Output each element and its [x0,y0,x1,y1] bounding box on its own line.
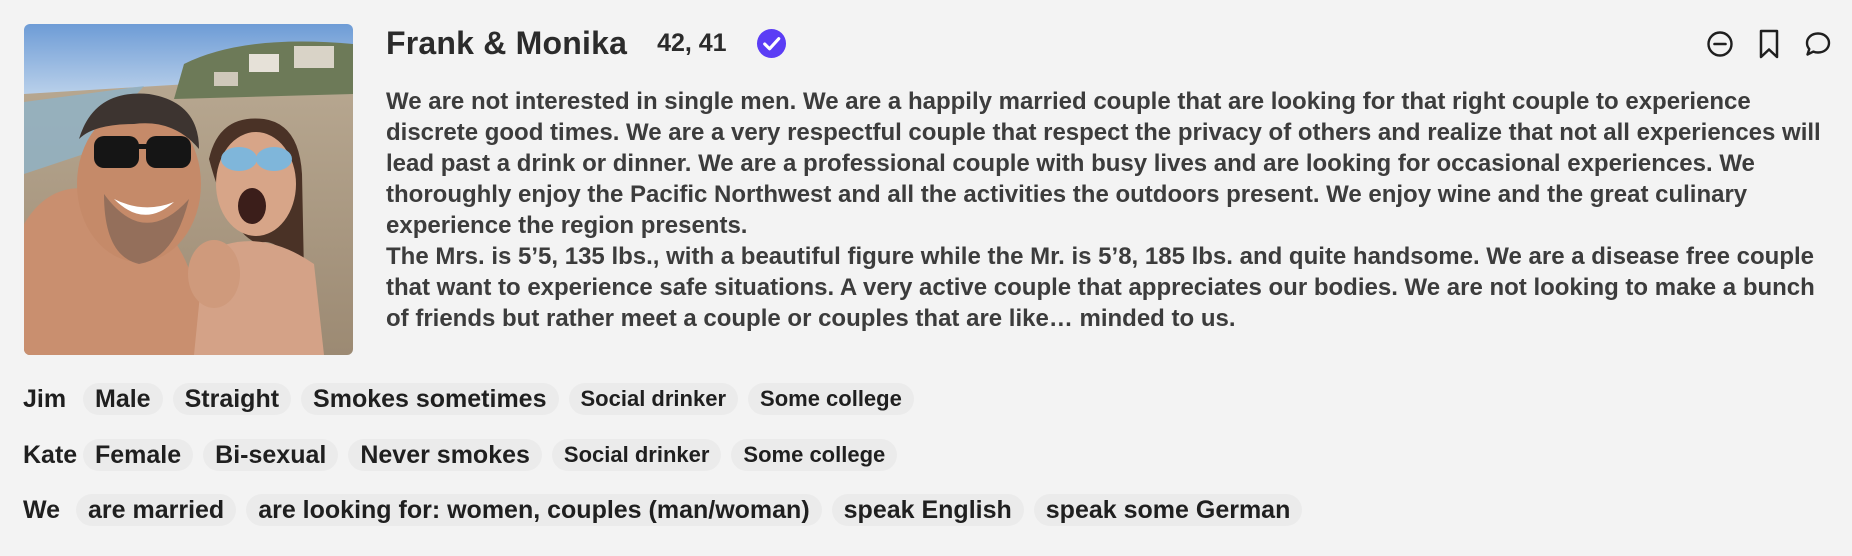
attribute-chip: Smokes sometimes [301,383,559,415]
attribute-chip: speak English [831,494,1024,526]
profile-actions [1706,28,1832,60]
chat-bubble-icon [1805,32,1831,56]
attribute-chip: Straight [172,383,292,415]
profile-photo[interactable] [24,24,353,355]
profile-bio: We are not interested in single men. We … [386,86,1826,334]
hide-button[interactable] [1706,28,1734,60]
attribute-chip: Some college [731,439,898,471]
profile-header: Frank & Monika 42, 41 [386,22,787,64]
profile-ages: 42, 41 [657,28,727,57]
attribute-chip: Some college [748,383,914,415]
attribute-chip: Social drinker [568,383,739,415]
attribute-chip: speak some German [1033,494,1303,526]
attribute-chip: are married [76,494,237,526]
attributes-row-person2: Kate Female Bi-sexual Never smokes Socia… [23,439,898,471]
attribute-chip: Never smokes [348,439,542,471]
verified-badge-icon [756,28,787,59]
row-label: We [23,495,61,524]
row-label: Jim [23,384,67,413]
row-label: Kate [23,440,78,469]
bio-paragraph: We are not interested in single men. We … [386,88,1821,239]
attribute-chip: Bi-sexual [203,439,339,471]
profile-photo-image [24,24,353,355]
attributes-row-person1: Jim Male Straight Smokes sometimes Socia… [23,383,914,415]
attribute-chip: Social drinker [551,439,722,471]
bookmark-button[interactable] [1755,28,1783,60]
attribute-chip: Male [83,383,163,415]
attribute-chip: Female [83,439,194,471]
profile-name[interactable]: Frank & Monika [386,25,627,62]
minus-circle-icon [1707,31,1733,57]
attribute-chip: are looking for: women, couples (man/wom… [246,494,822,526]
bio-paragraph: The Mrs. is 5’5, 135 lbs., with a beauti… [386,243,1815,332]
bookmark-icon [1759,29,1779,59]
message-button[interactable] [1804,28,1832,60]
attributes-row-we: We are married are looking for: women, c… [23,494,1303,526]
